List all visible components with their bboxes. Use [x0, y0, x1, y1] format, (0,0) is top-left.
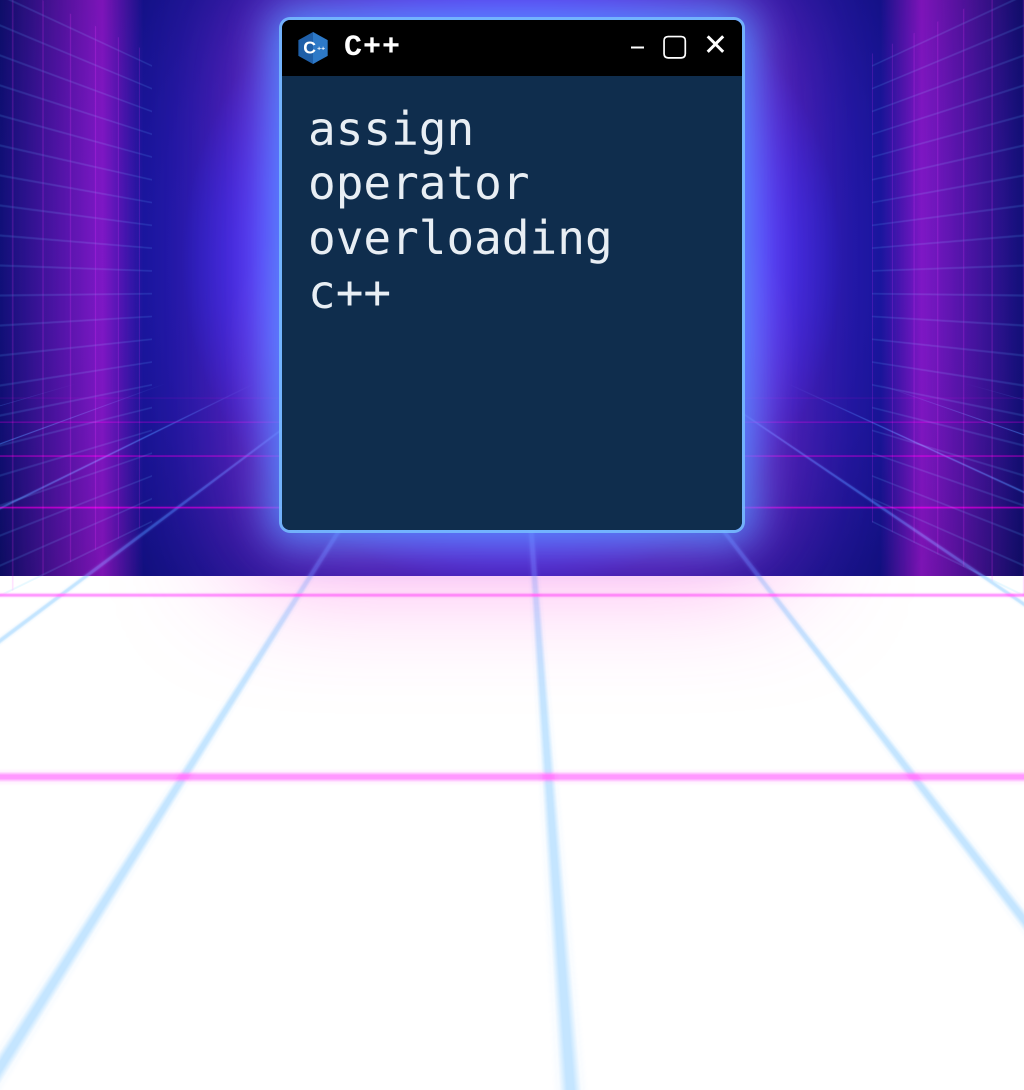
bg-side-right: [872, 0, 1024, 607]
logo-letter: C: [303, 37, 316, 57]
titlebar[interactable]: C ++ C++ – ▢ ✕: [282, 20, 742, 76]
minimize-button[interactable]: –: [628, 33, 646, 63]
close-button[interactable]: ✕: [703, 33, 728, 63]
maximize-button[interactable]: ▢: [661, 33, 689, 63]
code-window: C ++ C++ – ▢ ✕ assign operator overloadi…: [282, 20, 742, 530]
cpp-logo-icon: C ++: [296, 31, 330, 65]
window-body: assign operator overloading c++: [282, 76, 742, 530]
window-controls: – ▢ ✕: [628, 33, 728, 63]
window-title: C++: [344, 31, 401, 65]
bg-side-left: [0, 0, 152, 607]
logo-plus: ++: [317, 46, 325, 53]
